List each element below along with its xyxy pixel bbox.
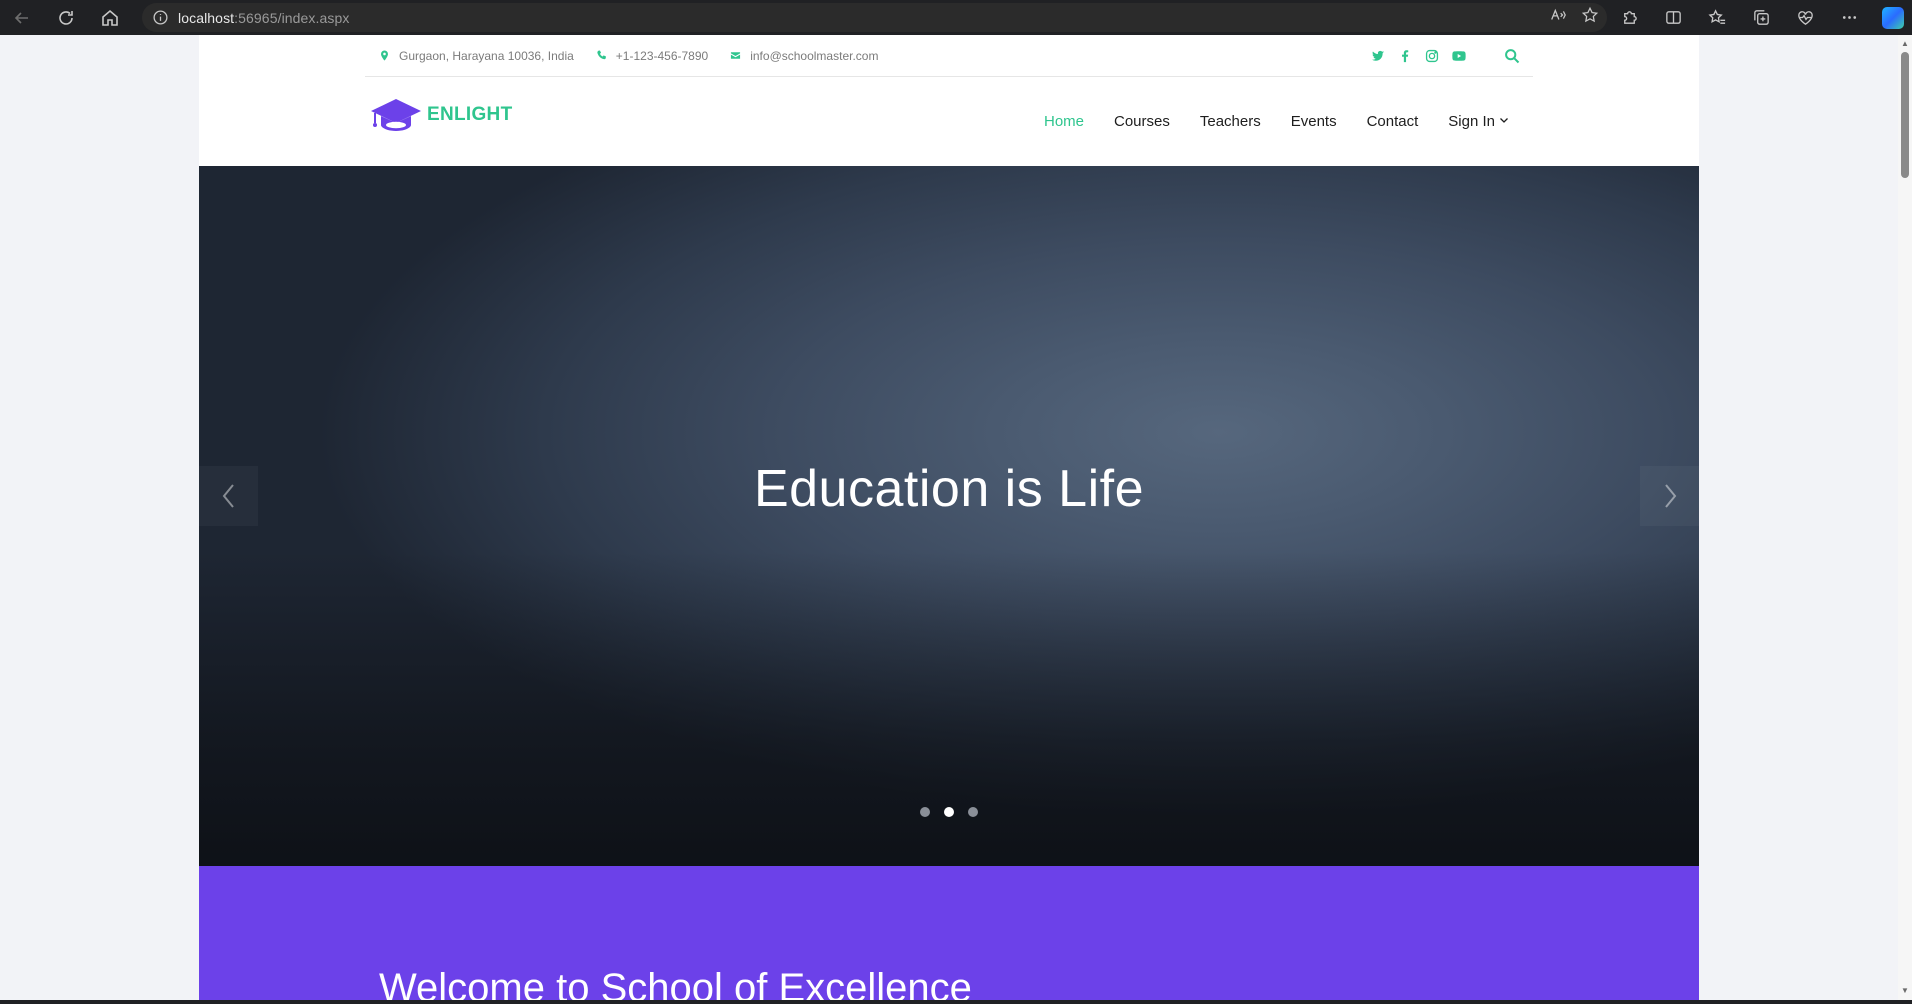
- slide-indicator-2[interactable]: [944, 807, 954, 817]
- nav-menu: Home Courses Teachers Events Contact Sig…: [1014, 77, 1509, 165]
- more-options-icon[interactable]: [1827, 0, 1871, 35]
- envelope-icon: [731, 52, 741, 59]
- nav-item-courses[interactable]: Courses: [1114, 113, 1170, 130]
- scroll-down-icon[interactable]: ▼: [1900, 986, 1910, 996]
- address-bar[interactable]: localhost:56965/index.aspx: [142, 3, 1607, 32]
- address-text: Gurgaon, Harayana 10036, India: [399, 48, 574, 63]
- home-button[interactable]: [88, 0, 132, 35]
- hero-title: Education is Life: [753, 460, 1145, 518]
- welcome-section: Welcome to School of Excellence: [199, 866, 1699, 1000]
- web-page: Gurgaon, Harayana 10036, India +1-123-45…: [199, 35, 1699, 1000]
- address-bar-actions: [1549, 3, 1599, 32]
- back-button[interactable]: [0, 0, 44, 35]
- phone-text[interactable]: +1-123-456-7890: [616, 49, 708, 63]
- nav-item-sign-in[interactable]: Sign In: [1448, 113, 1509, 130]
- split-screen-icon[interactable]: [1651, 0, 1695, 35]
- facebook-icon[interactable]: [1398, 49, 1412, 63]
- extensions-icon[interactable]: [1607, 0, 1651, 35]
- graduation-cap-icon: [371, 99, 421, 131]
- phone-icon: [597, 50, 606, 60]
- read-aloud-icon[interactable]: [1549, 6, 1567, 29]
- email-text[interactable]: info@schoolmaster.com: [750, 49, 878, 63]
- browser-extensions-bar: [1607, 0, 1912, 35]
- nav-item-teachers[interactable]: Teachers: [1200, 113, 1261, 130]
- sign-in-label: Sign In: [1448, 112, 1495, 130]
- scroll-up-icon[interactable]: ▲: [1900, 39, 1910, 49]
- social-links: [1371, 35, 1466, 77]
- hero-slider: Education is Life: [199, 166, 1699, 867]
- browser-toolbar: localhost:56965/index.aspx: [0, 0, 1912, 35]
- search-button[interactable]: [1504, 35, 1520, 77]
- site-info-icon[interactable]: [142, 3, 178, 32]
- top-info-bar: Gurgaon, Harayana 10036, India +1-123-45…: [365, 35, 1533, 77]
- scrollbar-thumb[interactable]: [1901, 52, 1909, 178]
- brand-name: ENLIGHT: [427, 104, 513, 125]
- nav-item-contact[interactable]: Contact: [1367, 113, 1419, 130]
- copilot-icon[interactable]: [1871, 0, 1912, 35]
- phone-info: +1-123-456-7890: [596, 49, 708, 63]
- favorites-icon[interactable]: [1695, 0, 1739, 35]
- email-info: info@schoolmaster.com: [730, 49, 878, 63]
- collections-icon[interactable]: [1739, 0, 1783, 35]
- nav-item-home[interactable]: Home: [1044, 113, 1084, 130]
- welcome-title: Welcome to School of Excellence: [379, 966, 972, 1000]
- browser-essentials-icon[interactable]: [1783, 0, 1827, 35]
- chevron-down-icon: [1499, 115, 1509, 128]
- page-scrollbar[interactable]: ▲ ▼: [1898, 35, 1912, 1000]
- reload-icon: [59, 10, 73, 25]
- instagram-icon[interactable]: [1425, 49, 1439, 63]
- slider-next-button[interactable]: [1640, 466, 1699, 526]
- search-icon: [1505, 49, 1520, 64]
- favorite-star-icon[interactable]: [1581, 6, 1599, 29]
- twitter-icon[interactable]: [1371, 49, 1385, 63]
- site-logo[interactable]: ENLIGHT: [369, 95, 513, 135]
- chevron-left-icon: [222, 484, 234, 508]
- chevron-right-icon: [1664, 484, 1676, 508]
- youtube-icon[interactable]: [1452, 49, 1466, 63]
- back-arrow-icon: [14, 11, 28, 24]
- slide-indicator-1[interactable]: [920, 807, 930, 817]
- location-pin-icon: [381, 50, 388, 61]
- slide-indicator-3[interactable]: [968, 807, 978, 817]
- reload-button[interactable]: [44, 0, 88, 35]
- url-text[interactable]: localhost:56965/index.aspx: [178, 10, 350, 26]
- address-info: Gurgaon, Harayana 10036, India: [379, 49, 574, 63]
- home-icon: [102, 9, 118, 26]
- nav-item-events[interactable]: Events: [1291, 113, 1337, 130]
- browser-viewport: Gurgaon, Harayana 10036, India +1-123-45…: [0, 35, 1912, 1000]
- main-navbar: ENLIGHT Home Courses Teachers Events Con…: [365, 77, 1533, 167]
- slider-indicators: [199, 807, 1699, 817]
- slider-prev-button[interactable]: [199, 466, 258, 526]
